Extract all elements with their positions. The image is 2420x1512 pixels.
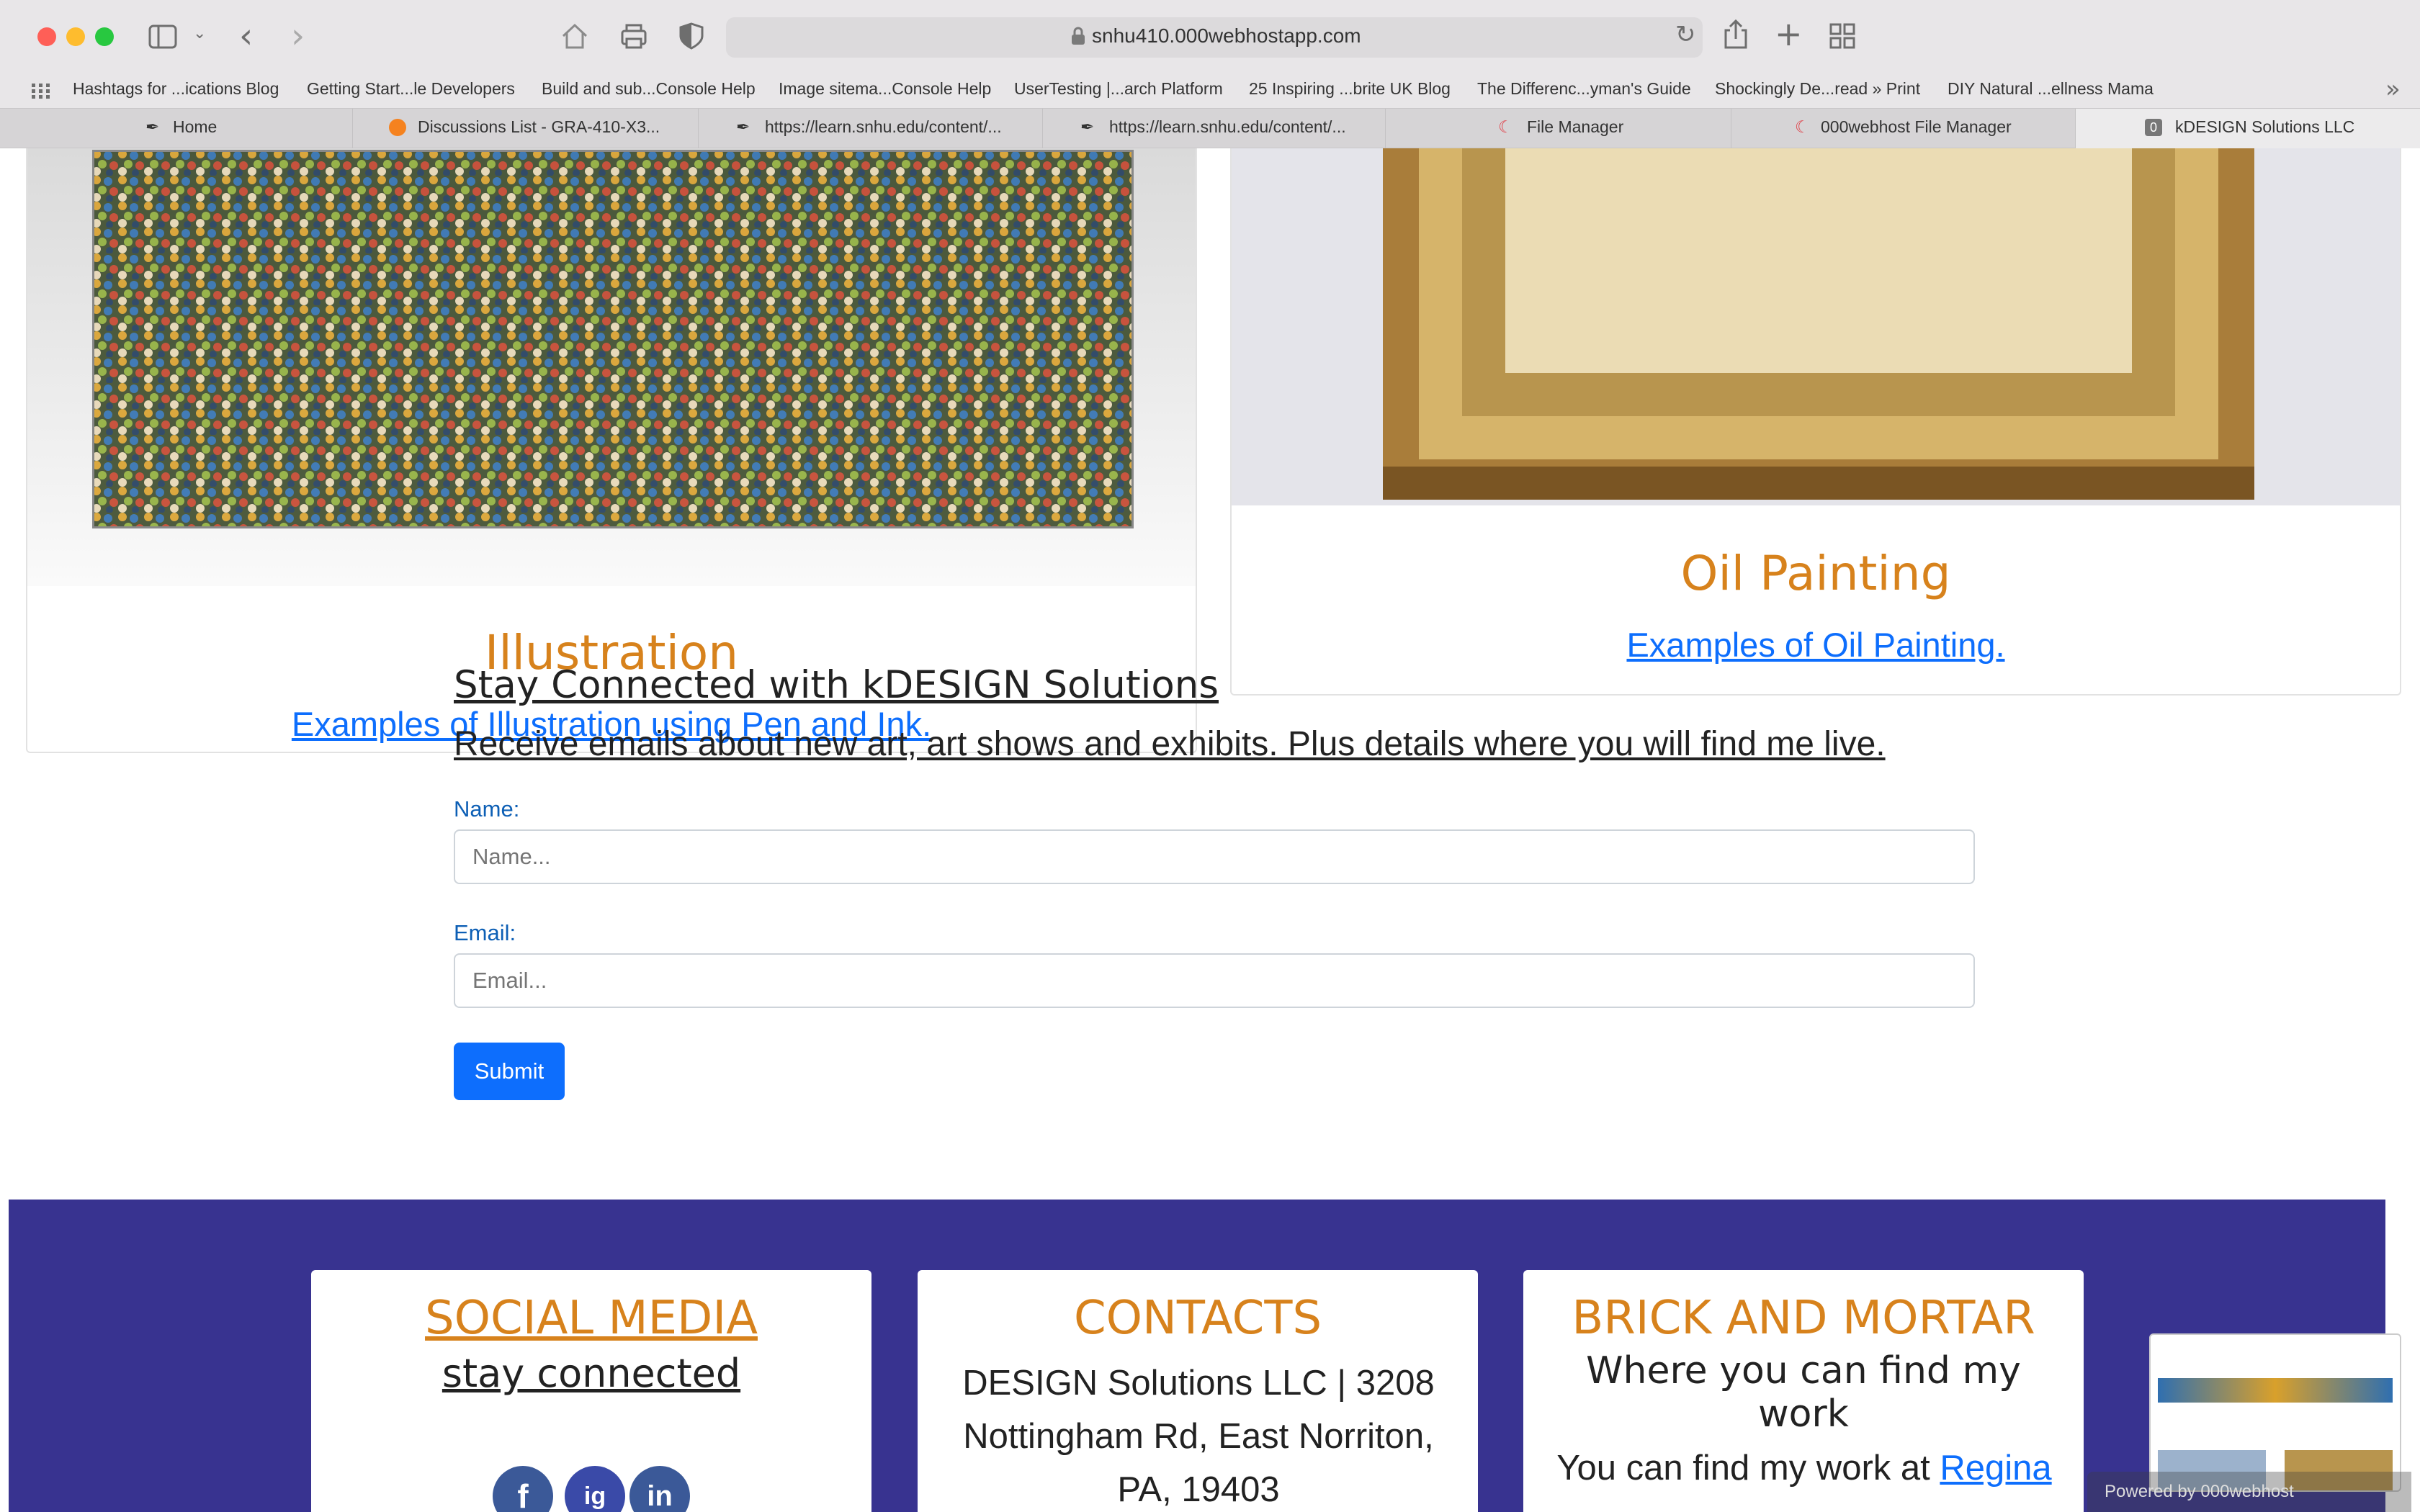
brick-and-mortar-card: BRICK AND MORTAR Where you can find my w… xyxy=(1523,1270,2084,1512)
contacts-card: CONTACTS DESIGN Solutions LLC | 3208 Not… xyxy=(918,1270,1478,1512)
tab-learn-1[interactable]: ✒ https://learn.snhu.edu/content/... xyxy=(699,109,1043,149)
signup-title: Stay Connected with kDESIGN Solutions xyxy=(454,663,1219,707)
tab-learn-2[interactable]: ✒ https://learn.snhu.edu/content/... xyxy=(1043,109,1386,149)
social-media-title[interactable]: SOCIAL MEDIA xyxy=(311,1292,871,1345)
bookmark-item[interactable]: UserTesting |...arch Platform xyxy=(1014,79,1223,99)
home-icon[interactable] xyxy=(560,22,589,50)
default-favicon-icon: 0 xyxy=(2145,119,2162,136)
brick-body: You can find my work at Regina xyxy=(1552,1441,2056,1495)
bookmark-item[interactable]: Build and sub...Console Help xyxy=(542,79,756,99)
tab-label: kDESIGN Solutions LLC xyxy=(2175,117,2355,136)
print-icon[interactable] xyxy=(619,22,648,50)
brightspace-icon xyxy=(389,119,406,136)
oil-painting-card: Oil Painting Examples of Oil Painting. xyxy=(1230,148,2401,696)
back-icon[interactable]: ‹ xyxy=(239,16,253,56)
tab-discussions[interactable]: Discussions List - GRA-410-X3... xyxy=(353,109,699,149)
bookmark-item[interactable]: Shockingly De...read » Print xyxy=(1715,79,1920,99)
email-input[interactable] xyxy=(454,953,1975,1008)
tab-overview-icon[interactable] xyxy=(1829,23,1855,49)
tab-label: 000webhost File Manager xyxy=(1821,117,2012,136)
reload-icon[interactable]: ↻ xyxy=(1675,20,1696,49)
browser-titlebar: ⌄ ‹ › snhu410.000webhostapp.com ↻ + xyxy=(0,0,2420,73)
name-label: Name: xyxy=(454,796,520,822)
oil-painting-title: Oil Painting xyxy=(1680,546,1951,601)
pointillism-painting-image xyxy=(92,150,1134,528)
bookmark-item[interactable]: Hashtags for ...ications Blog xyxy=(73,79,279,99)
leaf-favicon-icon: ✒ xyxy=(145,117,160,136)
tab-kdesign-active[interactable]: 0 kDESIGN Solutions LLC xyxy=(2076,109,2420,149)
oil-painting-image-area xyxy=(1232,148,2400,505)
bookmarks-bar: Hashtags for ...ications Blog Getting St… xyxy=(0,73,2420,108)
page-preview-thumbnail[interactable] xyxy=(2149,1333,2401,1492)
tab-home[interactable]: ✒ Home xyxy=(0,109,353,149)
tab-label: Home xyxy=(173,117,218,136)
forward-icon[interactable]: › xyxy=(291,16,305,56)
bookmark-item[interactable]: The Differenc...yman's Guide xyxy=(1477,79,1691,99)
submit-button[interactable]: Submit xyxy=(454,1043,565,1100)
leaf-favicon-icon: ✒ xyxy=(1080,117,1095,136)
tab-000webhost-file-manager[interactable]: ☾ 000webhost File Manager xyxy=(1731,109,2076,149)
chevron-down-icon[interactable]: ⌄ xyxy=(193,24,206,42)
tab-label: https://learn.snhu.edu/content/... xyxy=(765,117,1002,136)
tab-file-manager[interactable]: ☾ File Manager xyxy=(1386,109,1731,149)
tab-label: File Manager xyxy=(1527,117,1624,136)
contacts-address: DESIGN Solutions LLC | 3208 Nottingham R… xyxy=(962,1364,1435,1509)
brick-title: BRICK AND MORTAR xyxy=(1572,1292,2035,1345)
brick-subtitle: Where you can find my work xyxy=(1586,1349,2021,1436)
privacy-shield-icon[interactable] xyxy=(678,22,704,50)
powered-by-badge[interactable]: Powered by 000webhost xyxy=(2087,1472,2411,1512)
oil-painting-link[interactable]: Examples of Oil Painting. xyxy=(1232,625,2400,665)
lock-icon xyxy=(1072,27,1085,45)
name-input[interactable] xyxy=(454,829,1975,884)
new-tab-icon[interactable]: + xyxy=(1775,14,1803,53)
leaf-favicon-icon: ✒ xyxy=(736,117,750,136)
zoom-window-button[interactable] xyxy=(95,27,114,46)
gold-frame-image xyxy=(1383,148,2254,500)
signup-subtitle: Receive emails about new art, art shows … xyxy=(454,725,1886,763)
apps-grid-icon[interactable] xyxy=(32,84,50,99)
tab-label: Discussions List - GRA-410-X3... xyxy=(418,117,660,136)
contacts-title: CONTACTS xyxy=(1073,1292,1322,1345)
illustration-frame xyxy=(27,148,1196,586)
web-page: Illustration Examples of Illustration us… xyxy=(0,148,2420,1512)
bookmark-item[interactable]: DIY Natural ...ellness Mama xyxy=(1948,79,2154,99)
bookmark-item[interactable]: Image sitema...Console Help xyxy=(779,79,991,99)
minimize-window-button[interactable] xyxy=(66,27,85,46)
webhost-favicon-icon: ☾ xyxy=(1795,117,1810,136)
webhost-favicon-icon: ☾ xyxy=(1498,117,1513,136)
thumbnail-banner xyxy=(2158,1378,2393,1403)
more-bookmarks-icon[interactable]: » xyxy=(2385,75,2401,104)
close-window-button[interactable] xyxy=(37,27,56,46)
url-text: snhu410.000webhostapp.com xyxy=(1092,24,1361,47)
bookmark-item[interactable]: Getting Start...le Developers xyxy=(307,79,515,99)
brick-body-text: You can find my work at xyxy=(1556,1449,1930,1488)
tab-bar: ✒ Home Discussions List - GRA-410-X3... … xyxy=(0,108,2420,149)
illustration-card: Illustration Examples of Illustration us… xyxy=(26,148,1197,753)
social-media-subtitle[interactable]: stay connected xyxy=(311,1351,871,1396)
email-label: Email: xyxy=(454,920,516,945)
regina-link[interactable]: Regina xyxy=(1940,1449,2051,1488)
bookmark-item[interactable]: 25 Inspiring ...brite UK Blog xyxy=(1249,79,1451,99)
tab-label: https://learn.snhu.edu/content/... xyxy=(1109,117,1346,136)
sidebar-icon[interactable] xyxy=(148,24,177,49)
share-icon[interactable] xyxy=(1721,19,1750,50)
